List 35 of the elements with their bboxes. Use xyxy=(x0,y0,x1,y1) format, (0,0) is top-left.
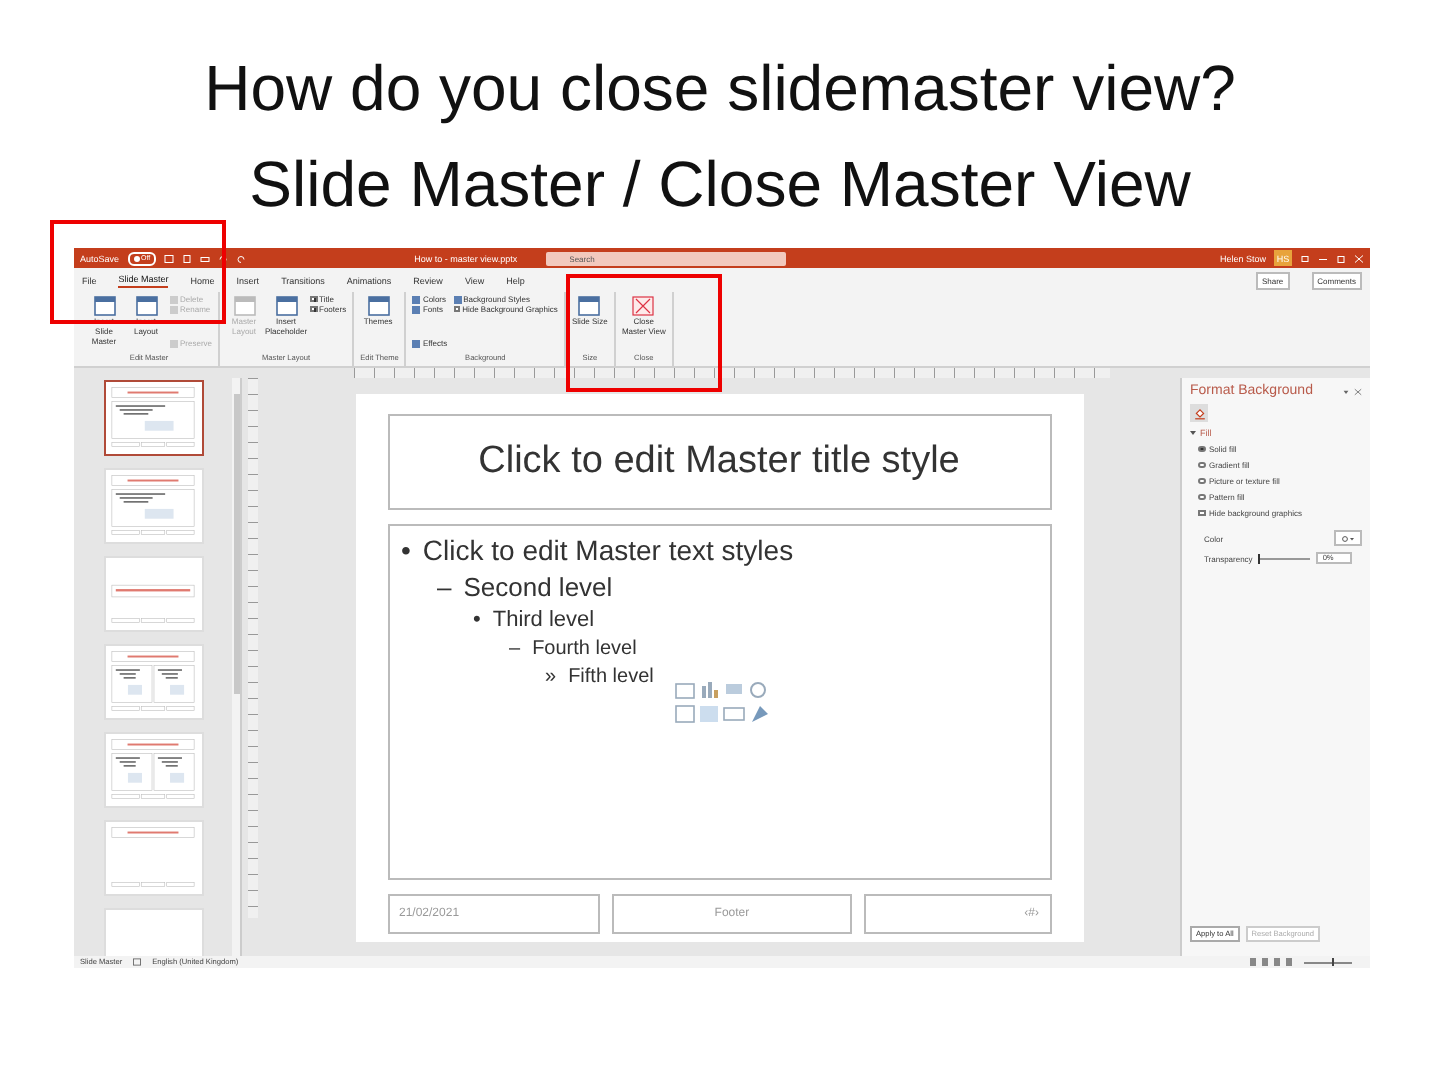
slide-heading: How do you close slidemaster view? xyxy=(204,50,1236,128)
slide-title: Click to edit Master title style xyxy=(478,440,960,484)
close-icon xyxy=(1354,253,1364,263)
caret-icon xyxy=(1190,430,1196,436)
tile-icon xyxy=(453,295,462,303)
bullet-text: Third level xyxy=(492,608,595,632)
maximize-icon xyxy=(1336,253,1346,263)
bullet-marker: – xyxy=(437,572,452,602)
title-placeholder[interactable]: Click to edit Master title style xyxy=(387,414,1051,510)
dropdown-icon xyxy=(1342,535,1354,541)
bullet-text: Fifth level xyxy=(568,666,654,688)
bullet-text: Click to edit Master text styles xyxy=(422,534,794,566)
view-buttons-icon[interactable] xyxy=(1250,958,1294,966)
bullet-marker: » xyxy=(545,666,557,688)
tile-icon xyxy=(170,339,178,347)
tile-icon xyxy=(412,339,421,347)
paint-bucket-icon xyxy=(1193,407,1205,419)
bullet-text: Fourth level xyxy=(532,638,637,660)
color-picker[interactable] xyxy=(1334,530,1362,546)
bullet-marker: • xyxy=(401,534,411,566)
close-icon xyxy=(1354,387,1362,395)
bullet-marker: – xyxy=(509,638,521,660)
restore-icon xyxy=(1300,253,1310,263)
insert-content-icon xyxy=(673,682,769,726)
redo-icon xyxy=(236,253,247,263)
notes-icon xyxy=(132,958,143,966)
slide-thumbnail[interactable] xyxy=(103,380,203,456)
content-placeholder[interactable]: • Click to edit Master text styles – Second level • Third level – Fourth level » Fifth level xyxy=(387,524,1051,880)
bullet-text: Second level xyxy=(463,572,613,602)
bullet-marker: • xyxy=(473,608,481,632)
fill-tab[interactable] xyxy=(1190,404,1208,422)
minimize-icon xyxy=(1318,253,1328,263)
slide-heading: Slide Master / Close Master View xyxy=(249,146,1191,224)
undo-icon xyxy=(218,253,229,263)
caret-icon xyxy=(1342,387,1350,395)
